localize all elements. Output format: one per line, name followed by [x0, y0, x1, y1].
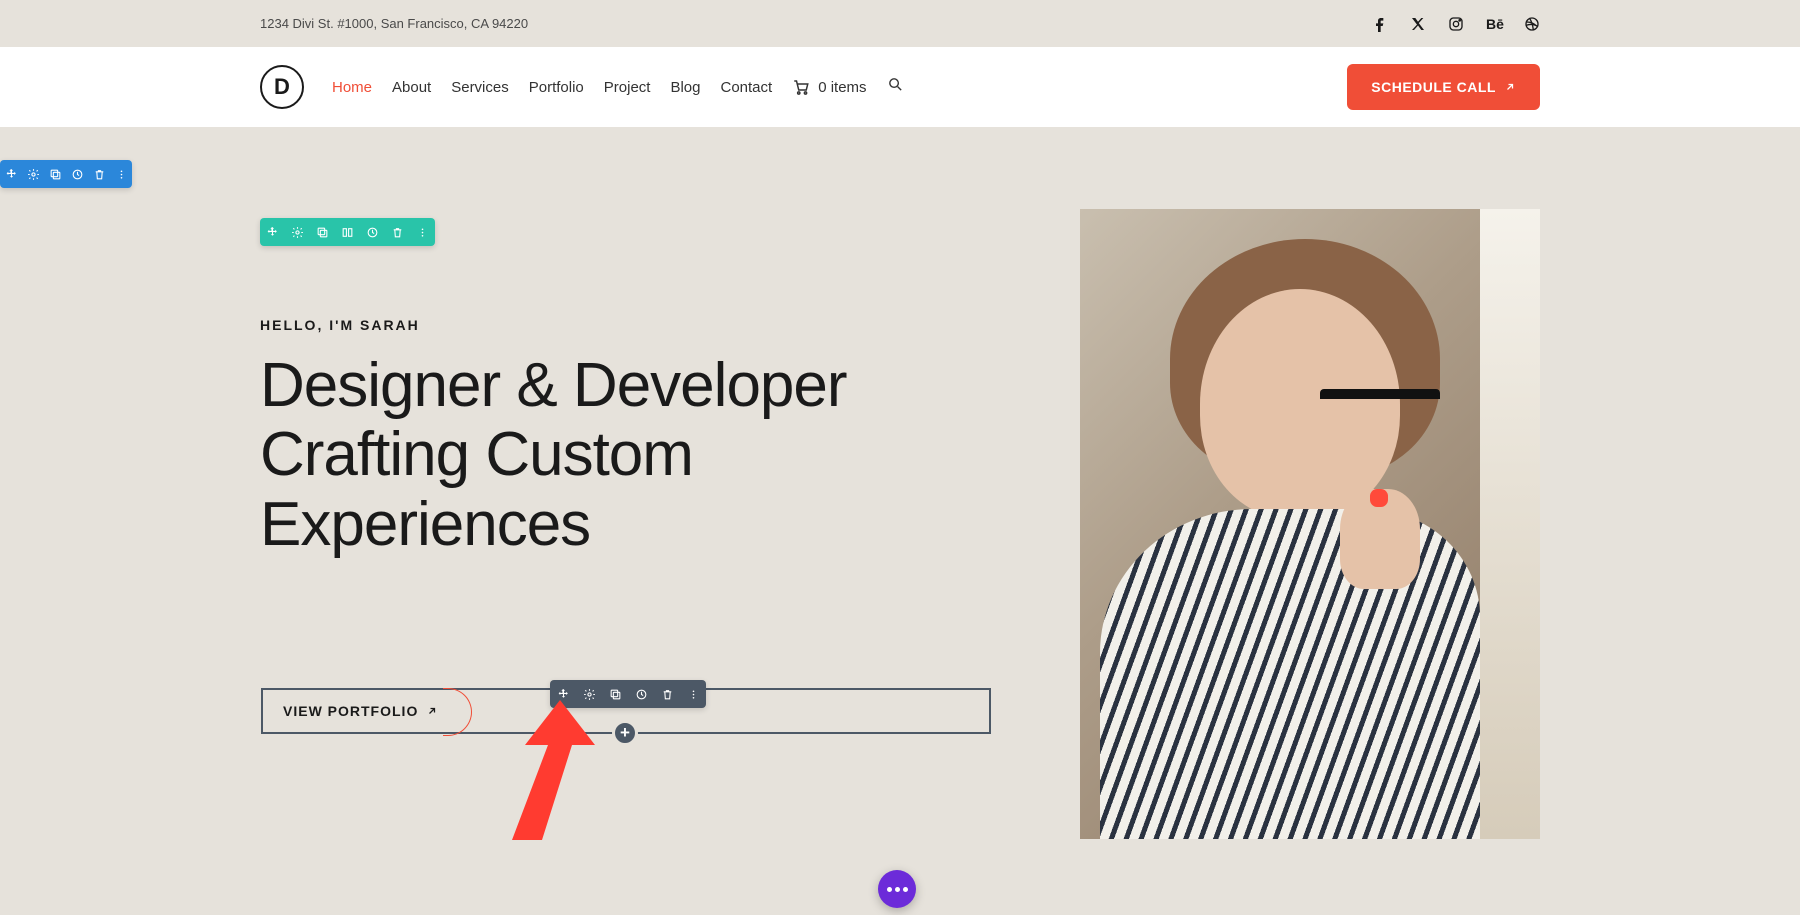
view-portfolio-button[interactable]: VIEW PORTFOLIO: [263, 690, 458, 732]
cart-count-label: 0 items: [818, 79, 866, 96]
row-delete-icon[interactable]: [385, 218, 410, 246]
main-navigation: D Home About Services Portfolio Project …: [0, 47, 1800, 127]
arrow-up-right-icon: [426, 705, 438, 717]
arrow-up-right-icon: [1504, 81, 1516, 93]
section-delete-icon[interactable]: [88, 160, 110, 188]
nav-link-services[interactable]: Services: [451, 79, 509, 96]
module-duplicate-icon[interactable]: [602, 680, 628, 708]
section-move-icon[interactable]: [0, 160, 22, 188]
builder-fab-button[interactable]: [878, 870, 916, 908]
row-move-icon[interactable]: [260, 218, 285, 246]
schedule-call-button[interactable]: SCHEDULE CALL: [1347, 64, 1540, 110]
x-twitter-icon[interactable]: [1410, 16, 1426, 32]
hero-eyebrow: HELLO, I'M SARAH: [260, 317, 960, 333]
section-more-icon[interactable]: [110, 160, 132, 188]
section-save-icon[interactable]: [66, 160, 88, 188]
row-settings-icon[interactable]: [285, 218, 310, 246]
add-module-button[interactable]: +: [612, 720, 638, 746]
nav-link-blog[interactable]: Blog: [670, 79, 700, 96]
hero-image: [1080, 209, 1540, 839]
row-columns-icon[interactable]: [335, 218, 360, 246]
view-portfolio-label: VIEW PORTFOLIO: [283, 703, 418, 719]
row-more-icon[interactable]: [410, 218, 435, 246]
row-toolbar: [260, 218, 435, 246]
instagram-icon[interactable]: [1448, 16, 1464, 32]
row-duplicate-icon[interactable]: [310, 218, 335, 246]
behance-icon[interactable]: Bē: [1486, 16, 1502, 32]
nav-link-about[interactable]: About: [392, 79, 431, 96]
module-settings-icon[interactable]: [576, 680, 602, 708]
section-toolbar: [0, 160, 132, 188]
cart-icon: [792, 78, 810, 96]
search-icon: [887, 76, 904, 93]
social-icon-group: Bē: [1372, 16, 1540, 32]
section-duplicate-icon[interactable]: [44, 160, 66, 188]
nav-link-portfolio[interactable]: Portfolio: [529, 79, 584, 96]
hero-text-column: HELLO, I'M SARAH Designer & Developer Cr…: [260, 197, 960, 559]
module-toolbar: [550, 680, 706, 708]
nav-link-home[interactable]: Home: [332, 79, 372, 96]
module-delete-icon[interactable]: [654, 680, 680, 708]
nav-left-group: D Home About Services Portfolio Project …: [260, 65, 904, 109]
cart-link[interactable]: 0 items: [792, 78, 866, 96]
nav-link-project[interactable]: Project: [604, 79, 651, 96]
address-text: 1234 Divi St. #1000, San Francisco, CA 9…: [260, 16, 528, 31]
section-settings-icon[interactable]: [22, 160, 44, 188]
hero-section: HELLO, I'M SARAH Designer & Developer Cr…: [0, 197, 1800, 559]
facebook-icon[interactable]: [1372, 16, 1388, 32]
schedule-call-label: SCHEDULE CALL: [1371, 79, 1496, 95]
dribbble-icon[interactable]: [1524, 16, 1540, 32]
nav-link-contact[interactable]: Contact: [721, 79, 773, 96]
top-info-bar: 1234 Divi St. #1000, San Francisco, CA 9…: [0, 0, 1800, 47]
hero-headline: Designer & Developer Crafting Custom Exp…: [260, 351, 960, 559]
site-logo[interactable]: D: [260, 65, 304, 109]
nav-link-list: Home About Services Portfolio Project Bl…: [332, 76, 904, 98]
dots-icon: [887, 887, 908, 892]
search-button[interactable]: [887, 76, 904, 98]
row-save-icon[interactable]: [360, 218, 385, 246]
module-save-icon[interactable]: [628, 680, 654, 708]
module-move-icon[interactable]: [550, 680, 576, 708]
module-more-icon[interactable]: [680, 680, 706, 708]
